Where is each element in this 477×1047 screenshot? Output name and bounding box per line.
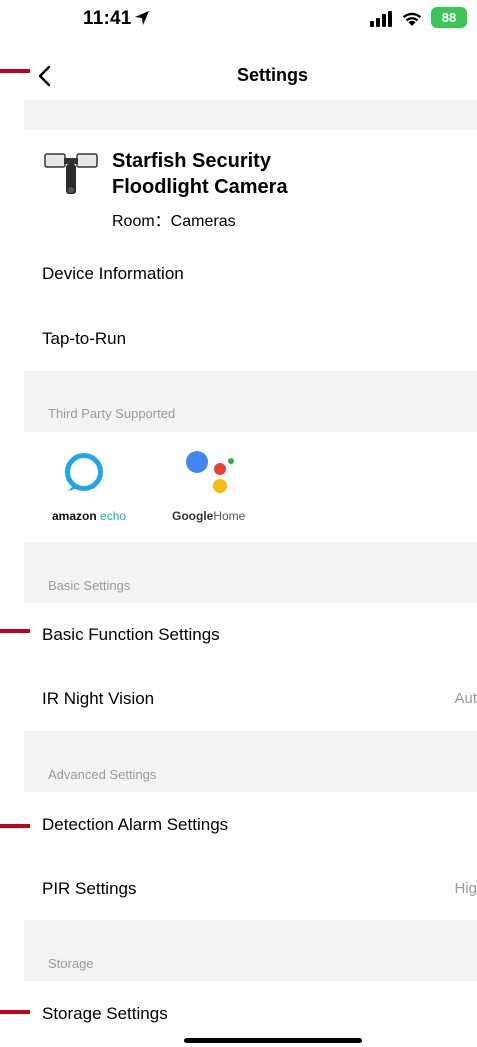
home-indicator[interactable] (184, 1038, 362, 1043)
pir-settings-row[interactable]: PIR Settings (42, 879, 137, 899)
section-label-advanced: Advanced Settings (48, 767, 157, 782)
amazon-brand: amazon (52, 509, 97, 523)
basic-function-settings-row[interactable]: Basic Function Settings (42, 625, 220, 645)
battery-level: 88 (441, 10, 457, 25)
device-room: Room：Cameras (112, 213, 236, 230)
google-product: Home (213, 509, 246, 523)
ir-night-vision-row[interactable]: IR Night Vision (42, 689, 154, 709)
section-label-basic: Basic Settings (48, 578, 131, 593)
page-title: Settings (236, 65, 308, 85)
amazon-echo-label: amazon echo (52, 509, 126, 523)
device-name: Starfish Security Floodlight Camera (112, 148, 288, 200)
google-brand: Google (172, 509, 214, 523)
battery-icon: 88 (431, 7, 467, 28)
highlight-marker (0, 629, 30, 633)
section-label-third-party: Third Party Supported (48, 406, 176, 421)
floodlight-camera-image (44, 153, 98, 194)
amazon-product: echo (96, 509, 127, 523)
google-home-label: GoogleHome (172, 509, 245, 523)
section-header-advanced (24, 731, 477, 792)
nav-bar: Settings (0, 52, 477, 100)
highlight-marker (0, 69, 30, 73)
alexa-icon[interactable] (64, 452, 104, 492)
google-assistant-icon[interactable] (180, 450, 240, 496)
wifi-icon (402, 12, 422, 26)
location-arrow-icon (135, 11, 149, 25)
section-header-basic (24, 542, 477, 603)
section-header-storage (24, 920, 477, 981)
device-name-line1: Starfish Security (112, 150, 271, 172)
tap-to-run-row[interactable]: Tap-to-Run (42, 329, 126, 349)
section-header-third-party (24, 371, 477, 432)
status-bar: 11:41 88 (0, 0, 477, 44)
signal-icon (370, 11, 392, 27)
section-divider (24, 100, 477, 130)
device-name-line2: Floodlight Camera (112, 176, 288, 198)
storage-settings-row[interactable]: Storage Settings (42, 1004, 168, 1024)
detection-alarm-settings-row[interactable]: Detection Alarm Settings (42, 815, 228, 835)
highlight-marker (0, 1010, 30, 1014)
pir-settings-value: Hig (454, 880, 477, 897)
highlight-marker (0, 824, 30, 828)
status-time: 11:41 (83, 8, 132, 29)
section-label-storage: Storage (48, 956, 94, 971)
device-information-row[interactable]: Device Information (42, 264, 184, 284)
ir-night-vision-value: Aut (454, 690, 477, 707)
